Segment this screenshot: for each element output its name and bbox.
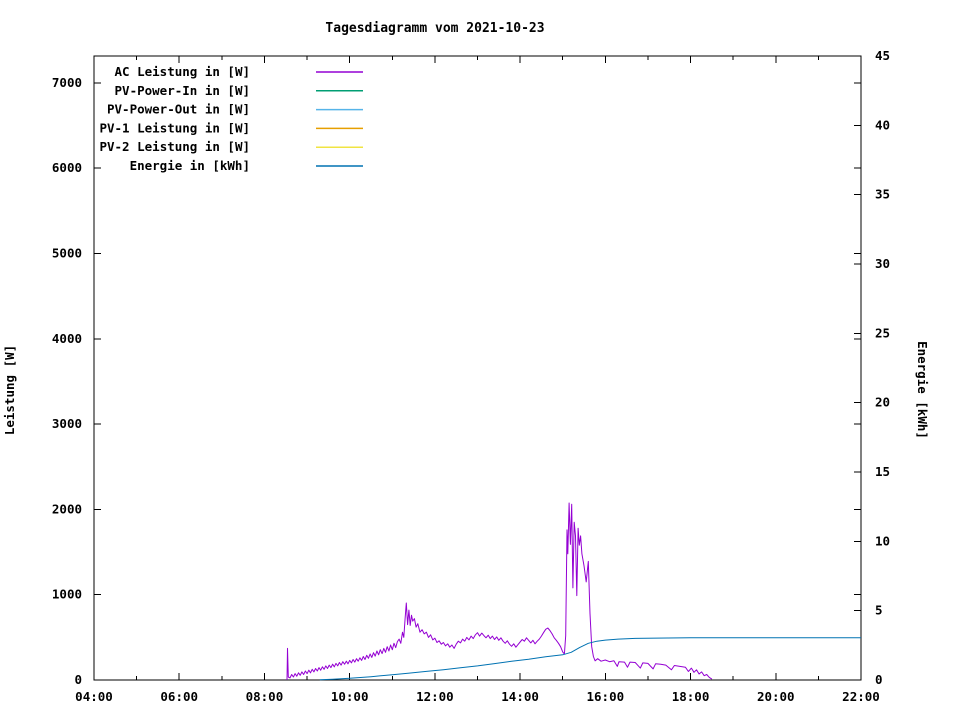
legend-label: PV-Power-In in [W] (115, 83, 250, 98)
x-tick-label: 18:00 (672, 689, 710, 704)
plot-generated-content: 04:00 06:00 08:00 10:00 12:00 14:00 16:00 18:00… (52, 48, 890, 704)
y-right-tick-label: 35 (875, 187, 890, 202)
series-curves (286, 502, 861, 681)
y-right-axis-label: Energie [kWh] (915, 341, 930, 439)
y-left-tick-label: 5000 (52, 246, 82, 261)
x-tick-label: 04:00 (75, 689, 113, 704)
y-right-tick-label: 10 (875, 533, 890, 548)
y-right-tick-label: 45 (875, 48, 890, 63)
y-right-tick-label: 5 (875, 603, 883, 618)
x-tick-label: 06:00 (160, 689, 198, 704)
x-tick-label: 12:00 (416, 689, 454, 704)
series-energie-in-kwh- (319, 637, 861, 681)
x-tick-label: 16:00 (587, 689, 625, 704)
y-right-tick-label: 30 (875, 256, 890, 271)
legend-label: PV-2 Leistung in [W] (99, 139, 250, 154)
x-tick-label: 22:00 (842, 689, 880, 704)
chart-page: Tagesdiagramm vom 2021-10-23 Leistung [W… (0, 0, 960, 720)
legend-label: Energie in [kWh] (130, 158, 250, 173)
y-left-tick-label: 2000 (52, 501, 82, 516)
series-ac-leistung-in-w- (286, 502, 713, 681)
x-tick-label: 20:00 (757, 689, 795, 704)
y-left-tick-label: 4000 (52, 331, 82, 346)
y-right-tick-label: 25 (875, 325, 890, 340)
legend: AC Leistung in [W] PV-Power-In in [W] PV-P… (99, 64, 363, 173)
y-right-tick-label: 0 (875, 672, 883, 687)
y-right-tick-label: 20 (875, 395, 890, 410)
y-left-tick-label: 0 (74, 672, 82, 687)
y-left-tick-label: 6000 (52, 160, 82, 175)
y-left-tick-label: 7000 (52, 75, 82, 90)
legend-label: AC Leistung in [W] (115, 64, 250, 79)
daily-diagram-chart: Tagesdiagramm vom 2021-10-23 Leistung [W… (2, 21, 930, 704)
chart-title: Tagesdiagramm vom 2021-10-23 (325, 21, 544, 36)
x-tick-label: 14:00 (501, 689, 539, 704)
x-tick-label: 10:00 (331, 689, 369, 704)
y-left-tick-label: 1000 (52, 587, 82, 602)
y-right-tick-label: 15 (875, 464, 890, 479)
legend-label: PV-Power-Out in [W] (107, 102, 250, 117)
x-tick-label: 08:00 (246, 689, 284, 704)
y-right-tick-label: 40 (875, 117, 890, 132)
y-right-ticks: 0 5 10 15 20 25 30 35 40 45 (854, 48, 890, 687)
y-left-tick-label: 3000 (52, 416, 82, 431)
y-left-axis-label: Leistung [W] (2, 345, 17, 435)
legend-label: PV-1 Leistung in [W] (99, 120, 250, 135)
